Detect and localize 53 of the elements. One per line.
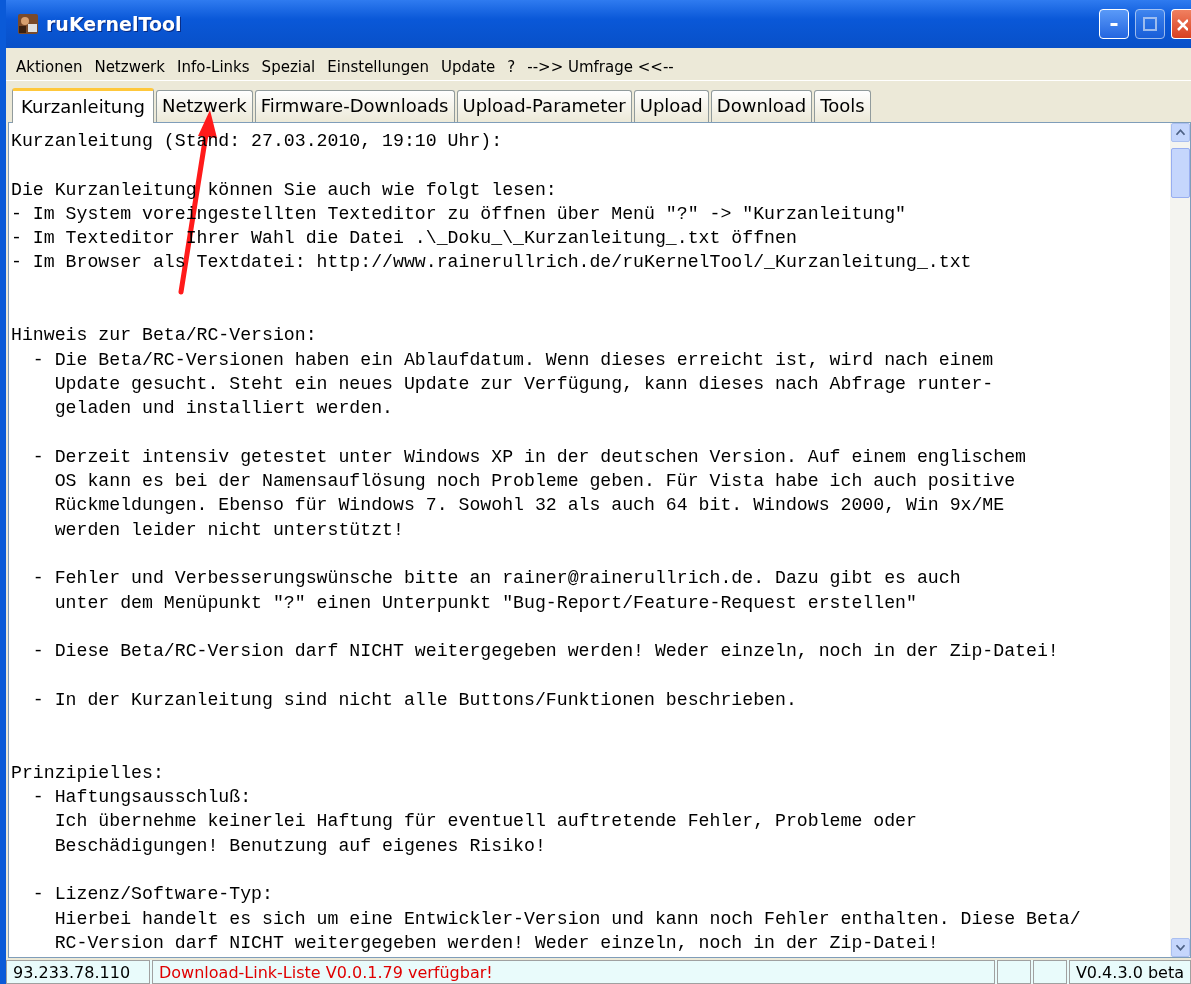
maximize-button[interactable]: [1135, 9, 1165, 39]
menu-item[interactable]: Spezial: [255, 56, 322, 78]
tab[interactable]: Netzwerk: [156, 90, 253, 122]
tab[interactable]: Upload-Parameter: [456, 90, 632, 122]
scrollbar[interactable]: [1170, 123, 1190, 957]
text-line: - Fehler und Verbesserungswünsche bitte an rainer@rainerullrich.de. Dazu gibt es auch: [31, 567, 961, 591]
text-line: Hierbei handelt es sich um eine Entwickler-Version und kann noch Fehler enthalten. Diese Beta/: [53, 907, 1081, 931]
text-line: Rückmeldungen. Ebenso für Windows 7. Sowohl 32 als auch 64 bit. Windows 2000, Win 9x/ME: [53, 494, 1005, 518]
text-line: Die Kurzanleitung können Sie auch wie folgt lesen:: [11, 178, 557, 202]
text-line: - Derzeit intensiv getestet unter Windows XP in der deutschen Version. Auf einem englischem: [31, 445, 1027, 469]
text-line: Beschädigungen! Benutzung auf eigenes Risiko!: [53, 834, 546, 858]
version-label: V0.4.3.0 beta: [1068, 960, 1191, 984]
text-line: OS kann es bei der Namensauflösung noch Probleme geben. Für Vista habe ich auch positive: [53, 470, 1016, 494]
text-line: - Haftungsausschluß:: [31, 786, 252, 809]
menu-item[interactable]: -->> Umfrage <<--: [521, 56, 680, 78]
menu-item[interactable]: Info-Links: [171, 56, 256, 78]
minimize-icon: [1110, 22, 1118, 26]
close-button[interactable]: [1171, 9, 1191, 39]
menu-item[interactable]: Aktionen: [10, 56, 89, 78]
minimize-button[interactable]: [1099, 9, 1129, 39]
text-line: Update gesucht. Steht ein neues Update zur Verfügung, kann dieses nach Abfrage runter-: [53, 372, 994, 396]
app-icon: [16, 12, 40, 36]
status-message: Download-Link-Liste V0.0.1.79 verfügbar!: [152, 960, 995, 984]
text-line: Hinweis zur Beta/RC-Version:: [11, 324, 317, 348]
scroll-thumb[interactable]: [1170, 148, 1190, 198]
text-line: unter dem Menüpunkt "?" einen Unterpunkt "Bug-Report/Feature-Request erstellen": [53, 591, 917, 615]
scroll-up-button[interactable]: [1170, 123, 1190, 142]
scroll-down-button[interactable]: [1170, 938, 1190, 957]
tab[interactable]: Kurzanleitung: [12, 88, 154, 123]
text-line: Prinzipielles:: [11, 761, 164, 785]
menu-item[interactable]: ?: [501, 56, 522, 78]
ip-address: 93.233.78.110: [6, 960, 150, 984]
text-line: - Lizenz/Software-Typ:: [31, 883, 273, 907]
close-icon: [1175, 17, 1188, 31]
text-line: Ich übernehme keinerlei Haftung für eventuell auftretende Fehler, Probleme oder: [53, 810, 917, 834]
text-line: geladen und installiert werden.: [53, 397, 393, 421]
window-title: ruKernelTool: [46, 13, 183, 35]
text-line: - In der Kurzanleitung sind nicht alle Buttons/Funktionen beschrieben.: [31, 688, 797, 712]
text-line: - Diese Beta/RC-Version darf NICHT weitergegeben werden! Weder einzeln, noch in der Zip-Datei!: [31, 640, 1059, 664]
status-panel: [996, 960, 1031, 984]
text-line: RC-Version darf NICHT weitergegeben werden! Weder einzeln, noch in der Zip-Datei!: [53, 931, 939, 955]
menu-item[interactable]: Update: [434, 56, 502, 78]
status-panel: [1032, 960, 1067, 984]
menu-item[interactable]: Netzwerk: [88, 56, 171, 78]
tab[interactable]: Firmware-Downloads: [254, 90, 455, 122]
text-line: werden leider nicht unterstützt!: [53, 518, 404, 542]
tab[interactable]: Download: [710, 90, 813, 122]
tab[interactable]: Tools: [814, 90, 871, 122]
text-line: - Im Browser als Textdatei: http://www.rainerullrich.de/ruKernelTool/_Kurzanleitung_.txt: [11, 251, 972, 275]
maximize-icon: [1143, 17, 1157, 31]
tab[interactable]: Upload: [633, 90, 709, 122]
menu-item[interactable]: Einstellungen: [321, 56, 435, 78]
text-line: - Die Beta/RC-Versionen haben ein Ablaufdatum. Wenn dieses erreicht ist, wird nach einem: [31, 348, 994, 372]
